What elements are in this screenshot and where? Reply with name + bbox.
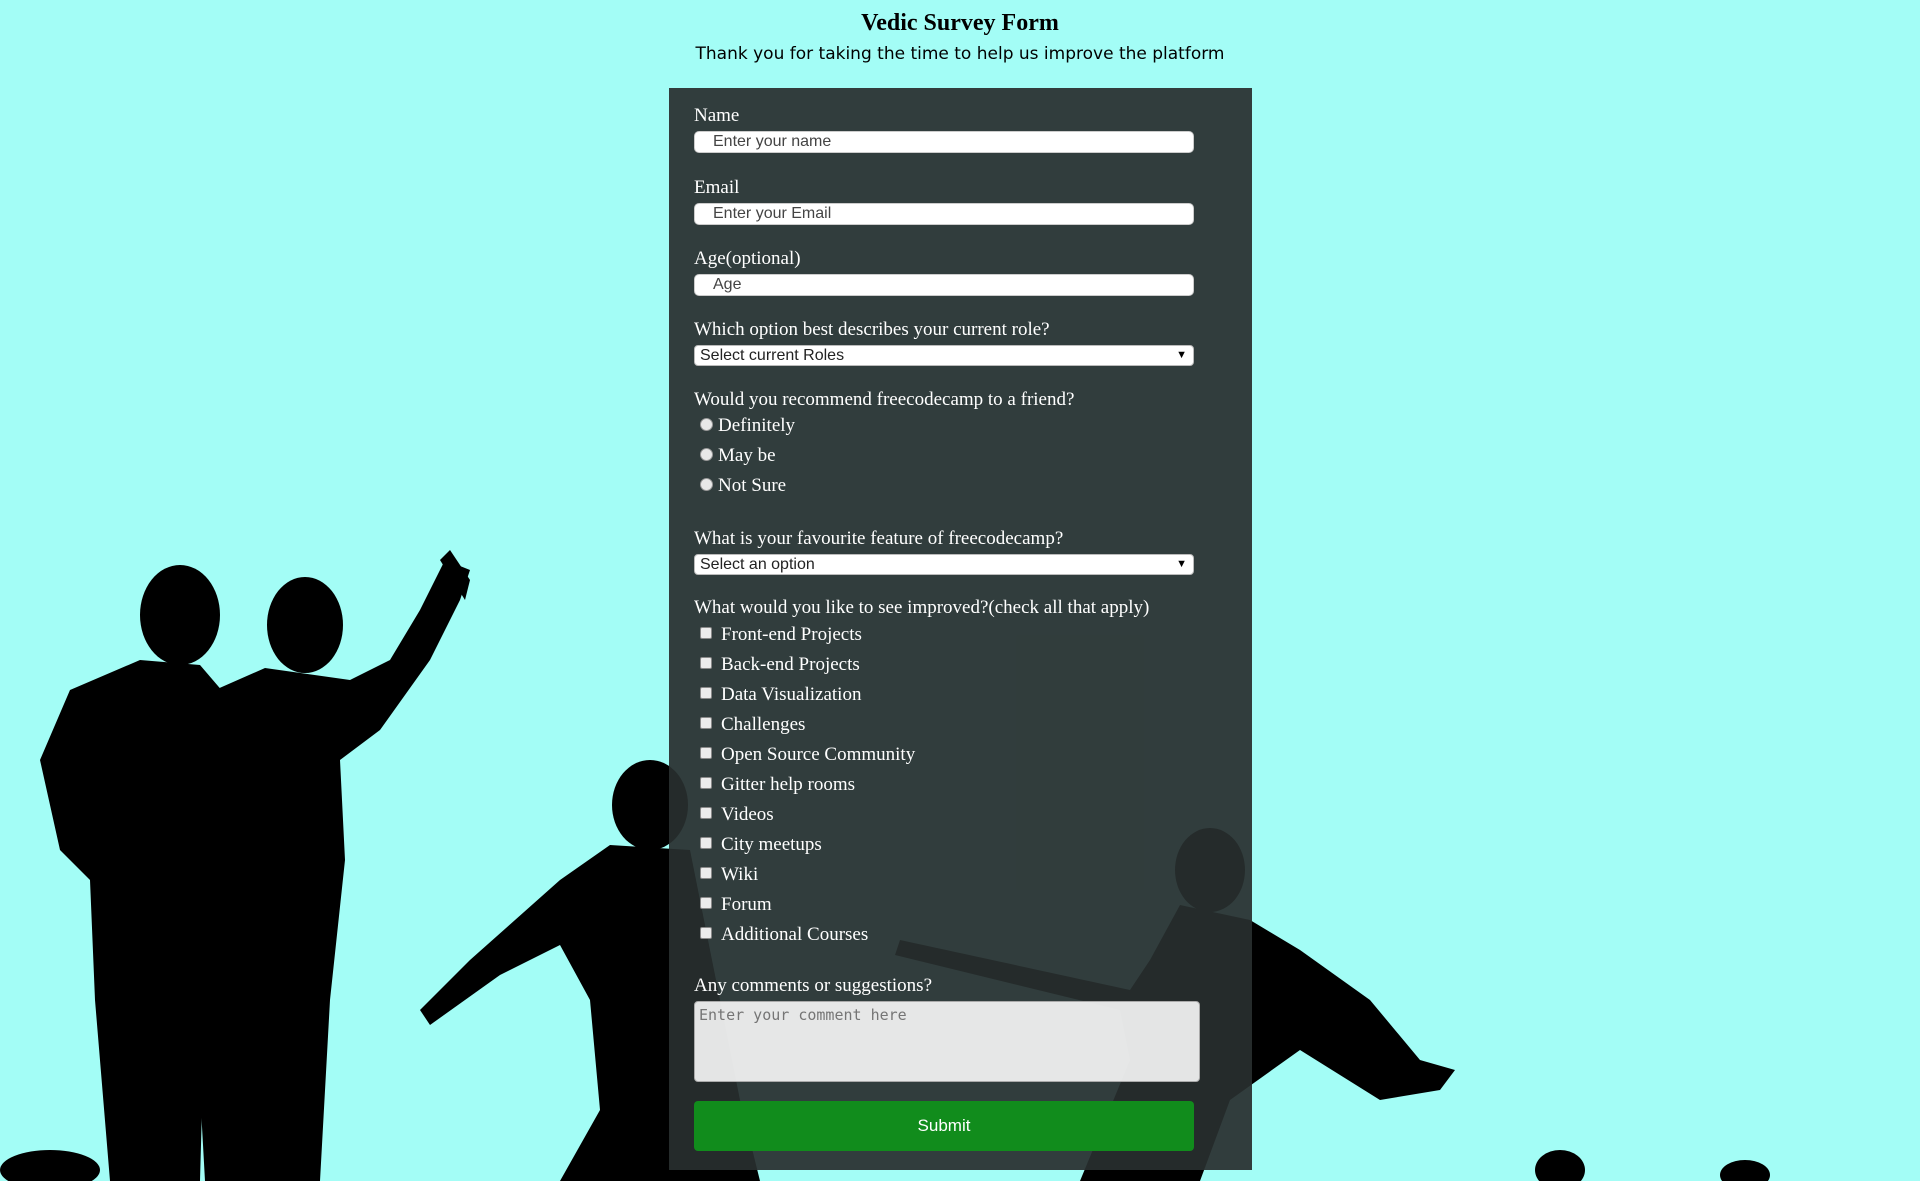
checkbox[interactable] [700, 717, 712, 729]
checkbox-label: Back-end Projects [721, 654, 860, 675]
checkbox-label: Additional Courses [721, 924, 869, 945]
checkbox-option[interactable]: Additional Courses [700, 923, 868, 947]
improve-label: What would you like to see improved?(che… [694, 597, 1150, 618]
radio-option-label: Not Sure [718, 475, 787, 496]
checkbox-label: City meetups [721, 834, 822, 855]
radio-option[interactable]: Definitely [700, 414, 795, 438]
radio-button[interactable] [700, 478, 713, 491]
checkbox[interactable] [700, 747, 712, 759]
feature-select[interactable]: Select an option ▼ [694, 554, 1194, 575]
checkbox[interactable] [700, 927, 712, 939]
checkbox-option[interactable]: Challenges [700, 713, 805, 737]
submit-button[interactable]: Submit [694, 1101, 1194, 1151]
role-select[interactable]: Select current Roles ▼ [694, 345, 1194, 366]
name-label: Name [694, 105, 740, 126]
page-title: Vedic Survey Form [861, 10, 1059, 36]
radio-option[interactable]: May be [700, 444, 776, 468]
radio-button[interactable] [700, 418, 713, 431]
survey-form: Name Email Age(optional) Which option be… [669, 88, 1252, 1170]
checkbox[interactable] [700, 867, 712, 879]
checkbox[interactable] [700, 837, 712, 849]
dropdown-arrow-icon: ▼ [1176, 558, 1187, 570]
checkbox-label: Videos [721, 804, 774, 825]
checkbox[interactable] [700, 687, 712, 699]
radio-button[interactable] [700, 448, 713, 461]
checkbox-label: Gitter help rooms [721, 774, 856, 795]
age-label: Age(optional) [694, 248, 801, 269]
checkbox-option[interactable]: Open Source Community [700, 743, 915, 767]
role-select-value: Select current Roles [700, 347, 845, 364]
checkbox[interactable] [700, 627, 712, 639]
name-input[interactable] [694, 131, 1194, 153]
checkbox-option[interactable]: Data Visualization [700, 683, 861, 707]
radio-option-label: May be [718, 445, 776, 466]
checkbox-option[interactable]: City meetups [700, 833, 822, 857]
checkbox-option[interactable]: Gitter help rooms [700, 773, 855, 797]
comments-textarea[interactable] [694, 1001, 1200, 1082]
checkbox-option[interactable]: Forum [700, 893, 772, 917]
radio-option-label: Definitely [718, 415, 796, 436]
checkbox[interactable] [700, 777, 712, 789]
checkbox-option[interactable]: Wiki [700, 863, 758, 887]
checkbox[interactable] [700, 897, 712, 909]
checkbox-option[interactable]: Back-end Projects [700, 653, 860, 677]
checkbox-label: Open Source Community [721, 744, 916, 765]
checkbox-label: Data Visualization [721, 684, 862, 705]
checkbox-label: Forum [721, 894, 772, 915]
checkbox-option[interactable]: Videos [700, 803, 774, 827]
feature-select-value: Select an option [700, 556, 815, 573]
email-label: Email [694, 177, 740, 198]
checkbox-label: Challenges [721, 714, 806, 735]
checkbox-label: Wiki [721, 864, 759, 885]
age-input[interactable] [694, 274, 1194, 296]
email-input[interactable] [694, 203, 1194, 225]
page-subtitle: Thank you for taking the time to help us… [695, 44, 1225, 64]
checkbox-label: Front-end Projects [721, 624, 862, 645]
checkbox[interactable] [700, 807, 712, 819]
dropdown-arrow-icon: ▼ [1176, 349, 1187, 361]
recommend-label: Would you recommend freecodecamp to a fr… [694, 389, 1075, 410]
checkbox-option[interactable]: Front-end Projects [700, 623, 862, 647]
checkbox[interactable] [700, 657, 712, 669]
role-label: Which option best describes your current… [694, 319, 1050, 340]
comments-label: Any comments or suggestions? [694, 975, 933, 996]
feature-label: What is your favourite feature of freeco… [694, 528, 1064, 549]
radio-option[interactable]: Not Sure [700, 474, 786, 498]
